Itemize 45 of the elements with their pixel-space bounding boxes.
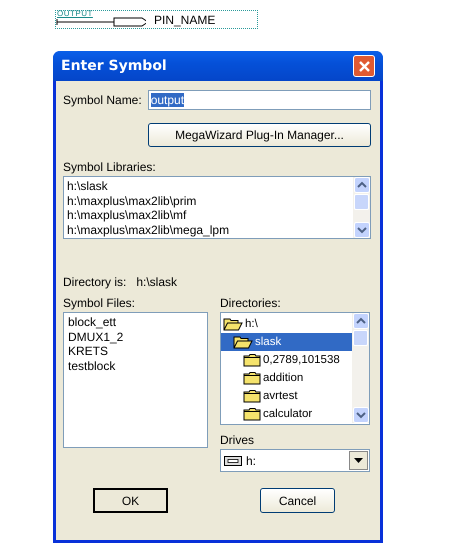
tree-item[interactable]: addition: [263, 372, 304, 384]
ok-button[interactable]: OK: [93, 488, 168, 513]
open-folder-icon: [223, 317, 243, 331]
open-folder-icon: [233, 335, 253, 349]
tree-item[interactable]: avrtest: [263, 390, 298, 402]
pin-icon: [56, 15, 146, 27]
tree-item[interactable]: 0,2789,101538: [263, 354, 340, 366]
caret-icon: [354, 458, 363, 463]
directory-label: Directory is:: [63, 274, 126, 290]
list-item[interactable]: h:\slask: [67, 179, 350, 194]
directory-path: h:\slask: [136, 274, 178, 290]
section-label: Symbol Libraries:: [63, 159, 157, 175]
drive-dropdown[interactable]: h:: [220, 449, 370, 472]
dropdown-button[interactable]: [349, 451, 368, 470]
list-item[interactable]: h:\maxplus\max2lib\prim: [67, 194, 350, 208]
folder-icon: [243, 407, 261, 421]
tree-item[interactable]: calculator: [263, 408, 312, 420]
scroll-thumb[interactable]: [353, 330, 368, 346]
pin-name: PIN_NAME: [154, 13, 216, 27]
tree-item[interactable]: slask: [221, 333, 352, 351]
list-item[interactable]: block_ett: [68, 315, 203, 330]
folder-icon: [243, 371, 261, 385]
section-label: Directories:: [220, 295, 282, 311]
list-item[interactable]: KRETS: [68, 344, 203, 358]
window-title: Enter Symbol: [61, 58, 167, 74]
folder-icon: [243, 389, 261, 403]
close-button[interactable]: [353, 55, 375, 77]
list-item[interactable]: testblock: [68, 358, 203, 373]
list-item[interactable]: DMUX1_2: [68, 330, 203, 344]
scroll-thumb[interactable]: [354, 194, 369, 210]
scrollbar[interactable]: [353, 177, 370, 238]
input-field[interactable]: output: [148, 90, 371, 110]
section-label: Symbol Files:: [63, 295, 136, 311]
cancel-button[interactable]: Cancel: [260, 488, 335, 513]
section-label: Drives: [220, 432, 256, 448]
folder-icon: [243, 353, 261, 367]
list-item[interactable]: h:\maxplus\max2lib\mega_lpm: [67, 222, 350, 237]
drive-icon: [224, 456, 242, 466]
tree-item[interactable]: h:\: [245, 318, 258, 330]
close-icon: [358, 60, 370, 72]
scrollbar[interactable]: [352, 313, 369, 423]
port-label: OUTPUT: [57, 9, 93, 18]
wizard-button[interactable]: MegaWizard Plug-In Manager...: [148, 123, 371, 147]
list-item[interactable]: h:\maxplus\max2lib\mf: [67, 208, 350, 222]
field-label: Symbol Name:: [63, 92, 142, 108]
